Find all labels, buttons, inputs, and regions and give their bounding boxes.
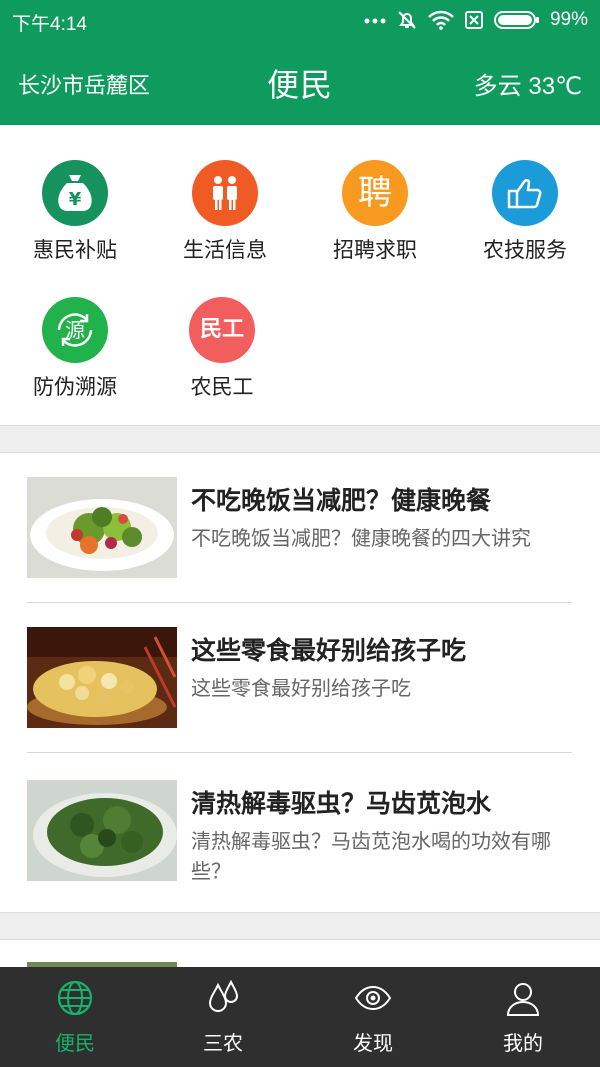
service-label: 惠民补贴 [33,238,117,262]
globe-icon [57,980,93,1016]
tab-label: 便民 [55,1031,95,1055]
purslane-image [27,780,177,881]
migrant-worker-icon: 民工 [189,297,255,363]
news-list: 不吃晚饭当减肥？健康晚餐 不吃晚饭当减肥？健康晚餐的四大讲究 这些零食最好别给孩… [0,453,600,913]
user-icon [506,983,540,1016]
service-migrant-worker[interactable]: 民工 农民工 [147,297,297,401]
news-title: 这些零食最好别给孩子吃 [191,636,467,665]
thumbs-up-icon [492,160,558,226]
tab-label: 我的 [503,1031,543,1055]
no-sim-icon [464,10,484,30]
popcorn-image [27,627,177,728]
service-label: 农民工 [190,375,254,399]
status-icons: 99% [364,8,588,32]
news-title: 不吃晚饭当减肥？健康晚餐 [191,486,492,515]
salad-image [27,477,177,578]
tab-label: 发现 [353,1031,393,1055]
more-dots-icon [364,16,386,24]
service-grid: ¥ 惠民补贴 生活信息 聘 招聘求职 农技服务 源 防伪溯源 民工 农民工 [0,125,600,425]
tab-bianmin[interactable]: 便民 [0,967,150,1067]
trace-glyph: 源 [65,318,85,342]
weather-condition: 多云 [473,72,522,100]
service-label: 生活信息 [183,238,267,262]
droplets-icon [208,979,239,1012]
battery-percent: 99% [549,9,588,30]
service-agri-tech[interactable]: 农技服务 [450,160,600,264]
service-label: 招聘求职 [333,238,417,262]
news-item[interactable]: 不吃晚饭当减肥？健康晚餐 不吃晚饭当减肥？健康晚餐的四大讲究 [0,453,600,603]
tab-discover[interactable]: 发现 [298,967,448,1067]
weather-info[interactable]: 多云 33℃ [474,66,582,101]
news-item[interactable]: 清热解毒驱虫？马齿苋泡水 清热解毒驱虫？马齿苋泡水喝的功效有哪些？ [0,756,600,906]
status-time: 下午4:14 [12,14,87,35]
svg-text:¥: ¥ [69,189,82,210]
weather-temperature: 33℃ [528,73,582,100]
tab-label: 三农 [203,1031,243,1055]
news-summary: 这些零食最好别给孩子吃 [191,676,411,700]
mute-bell-icon [396,9,418,31]
news-title: 清热解毒驱虫？马齿苋泡水 [191,789,492,818]
service-traceability[interactable]: 源 防伪溯源 [0,297,150,401]
section-divider [0,912,600,940]
recruit-glyph: 聘 [358,173,392,213]
news-summary: 不吃晚饭当减肥？健康晚餐的四大讲究 [191,526,531,550]
status-bar: 下午4:14 99% [0,0,600,40]
money-bag-icon: ¥ [42,160,108,226]
bottom-tab-bar: 便民 三农 发现 我的 [0,967,600,1067]
eye-icon [354,985,392,1011]
service-subsidy[interactable]: ¥ 惠民补贴 [0,160,150,264]
app-header: 长沙市岳麓区 便民 多云 33℃ [0,40,600,125]
wifi-icon [428,10,454,30]
list-divider [27,752,572,753]
migrant-worker-glyph: 民工 [199,317,244,342]
trace-source-icon: 源 [42,297,108,363]
news-summary: 清热解毒驱虫？马齿苋泡水喝的功效有哪些？ [191,829,551,883]
service-recruitment[interactable]: 聘 招聘求职 [300,160,450,264]
news-item[interactable]: 这些零食最好别给孩子吃 这些零食最好别给孩子吃 [0,603,600,753]
section-divider [0,425,600,453]
service-label: 防伪溯源 [33,375,117,399]
service-life-info[interactable]: 生活信息 [150,160,300,264]
tab-mine[interactable]: 我的 [448,967,598,1067]
recruit-icon: 聘 [342,160,408,226]
service-label: 农技服务 [483,238,567,262]
people-icon [192,160,258,226]
battery-icon [493,10,540,30]
tab-sannong[interactable]: 三农 [148,967,298,1067]
